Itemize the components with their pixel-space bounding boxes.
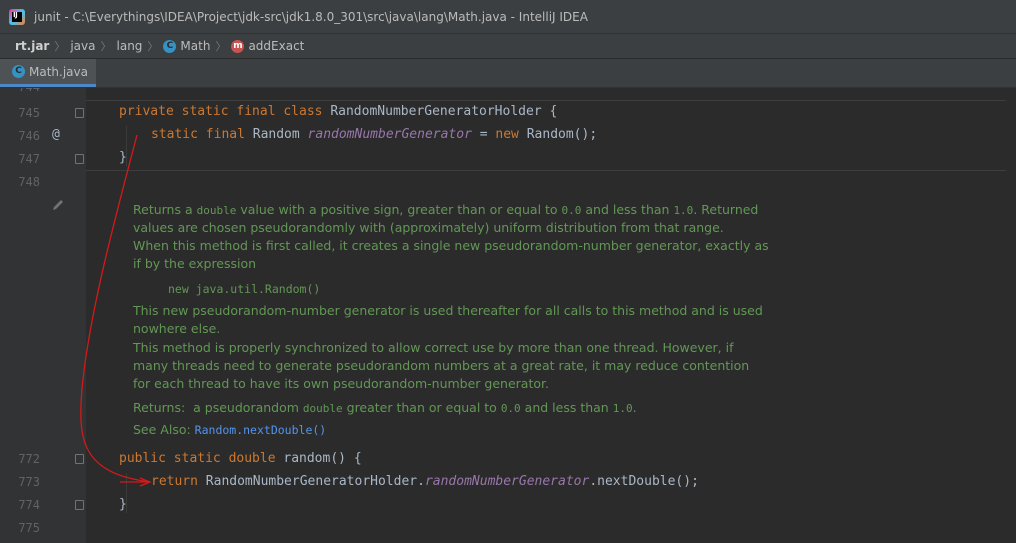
chevron-right-icon: 〉 (100, 40, 112, 53)
line-number: 746 (18, 129, 40, 143)
keyword: return (151, 474, 198, 489)
doc-line: Returns a double value with a positive s… (133, 202, 759, 217)
field-name: randomNumberGenerator (424, 474, 590, 489)
code-line-747: } (119, 150, 127, 165)
code-line-774: } (119, 497, 127, 512)
doc-line: values are chosen pseudorandomly with (a… (133, 220, 724, 235)
line-number: 747 (18, 152, 40, 166)
line-number: 772 (18, 452, 40, 466)
doc-see-also: See Also: Random.nextDouble() (133, 422, 327, 437)
breadcrumb: rt.jar 〉 java 〉 lang 〉 C Math 〉 m addExa… (0, 33, 1016, 58)
fold-marker-icon[interactable] (75, 108, 84, 118)
chevron-right-icon: 〉 (215, 40, 227, 53)
intellij-app-icon: IJ (9, 8, 25, 25)
code-text: } (119, 497, 127, 512)
keyword: new (495, 127, 519, 142)
fold-marker-icon[interactable] (75, 154, 84, 164)
doc-line: many threads need to generate pseudorand… (133, 358, 750, 373)
breadcrumb-method[interactable]: m addExact (231, 39, 304, 53)
fold-marker-icon[interactable] (75, 454, 84, 464)
line-number: 745 (18, 106, 40, 120)
breadcrumb-package-lang[interactable]: lang (117, 39, 143, 53)
chevron-right-icon: 〉 (147, 40, 159, 53)
breadcrumb-jar[interactable]: rt.jar (15, 39, 49, 53)
code-editor[interactable]: 744 745 746 747 748 772 773 774 775 @ pr… (0, 88, 1016, 543)
code-text: } (119, 150, 127, 165)
see-also-link[interactable]: Random.nextDouble() (195, 423, 327, 437)
override-marker-icon[interactable]: @ (52, 127, 60, 142)
keyword: public static double (119, 451, 276, 466)
code-text: Random(); (518, 127, 598, 142)
method-separator (86, 170, 1006, 171)
doc-line: This new pseudorandom-number generator i… (133, 303, 763, 318)
tab-math-java[interactable]: C Math.java (0, 59, 96, 87)
keyword: private static final class (119, 104, 323, 119)
edit-pencil-icon[interactable] (51, 198, 65, 212)
doc-returns: Returns: a pseudorandom double greater t… (133, 400, 637, 415)
breadcrumb-package-java[interactable]: java (70, 39, 95, 53)
line-number: 774 (18, 498, 40, 512)
keyword: static final (151, 127, 245, 142)
line-number: 744 (0, 88, 40, 94)
tab-label: Math.java (29, 64, 88, 79)
doc-line: nowhere else. (133, 321, 221, 336)
breadcrumb-method-label: addExact (248, 39, 305, 53)
doc-line: This method is properly synchronized to … (133, 340, 734, 355)
breadcrumb-class[interactable]: C Math (163, 39, 210, 53)
doc-line: When this method is first called, it cre… (133, 238, 769, 253)
method-icon: m (231, 39, 245, 53)
breadcrumb-class-label: Math (180, 39, 211, 53)
doc-line: if by the expression (133, 256, 257, 271)
editor-tab-bar: C Math.java (0, 59, 1016, 88)
code-text: = (471, 127, 496, 142)
chevron-right-icon: 〉 (54, 40, 66, 53)
doc-line: for each thread to have its own pseudora… (133, 376, 549, 391)
class-icon: C (163, 39, 177, 53)
code-text: RandomNumberGeneratorHolder. (197, 474, 425, 489)
window-title: junit - C:\Everythings\IDEA\Project\jdk-… (34, 9, 588, 24)
code-line-772: public static double random() { (119, 451, 362, 466)
code-text: random() { (275, 451, 362, 466)
code-text: .nextDouble(); (589, 474, 699, 489)
code-text: Random (244, 127, 308, 142)
code-line-773: return RandomNumberGeneratorHolder.rando… (151, 474, 699, 489)
fold-marker-icon[interactable] (75, 500, 84, 510)
line-number: 775 (18, 521, 40, 535)
code-line-746: static final Random randomNumberGenerato… (151, 127, 597, 142)
line-number: 748 (18, 175, 40, 189)
method-separator (86, 100, 1006, 101)
code-text: RandomNumberGeneratorHolder { (322, 104, 558, 119)
field-name: randomNumberGenerator (307, 127, 472, 142)
doc-code-block: new java.util.Random() (168, 282, 321, 296)
class-icon: C (12, 65, 25, 78)
title-bar: IJ junit - C:\Everythings\IDEA\Project\j… (0, 0, 1016, 33)
code-line-745: private static final class RandomNumberG… (119, 104, 557, 119)
line-number: 773 (18, 475, 40, 489)
